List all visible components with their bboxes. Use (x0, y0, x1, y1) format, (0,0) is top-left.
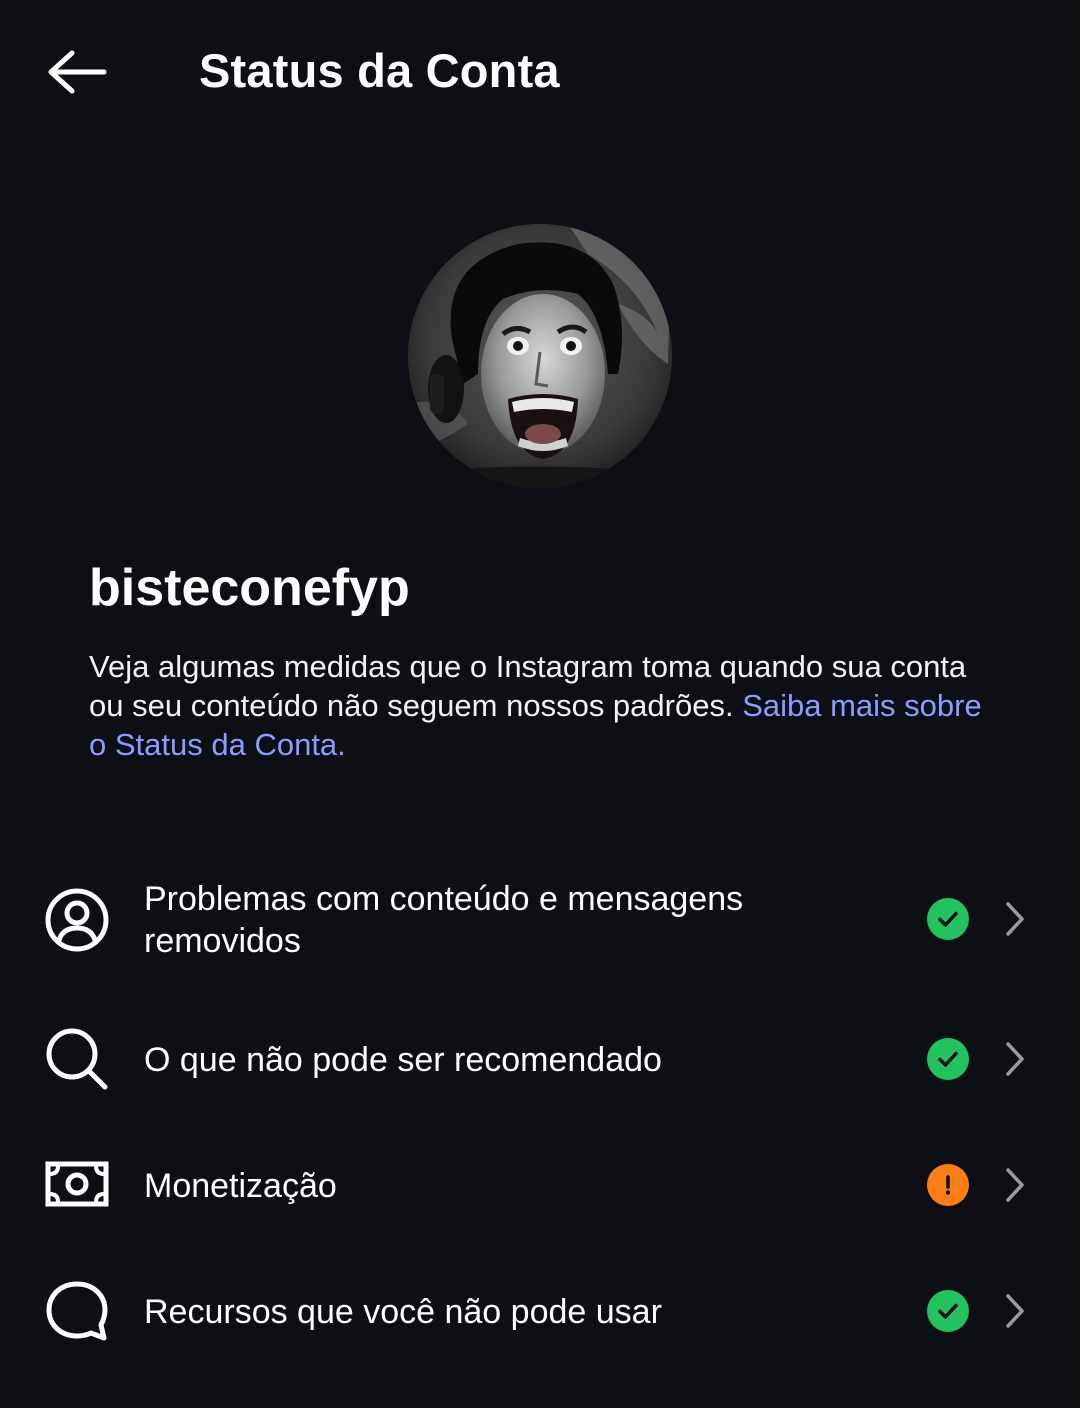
account-status-description: Veja algumas medidas que o Instagram tom… (89, 647, 989, 764)
search-icon (44, 1026, 110, 1092)
check-circle-icon (927, 1290, 969, 1332)
money-icon (44, 1152, 110, 1218)
check-circle-icon (927, 898, 969, 940)
chevron-right-icon (1000, 1290, 1030, 1332)
list-item-label: Problemas com conteúdo e mensagens remov… (144, 880, 744, 960)
back-button[interactable] (40, 42, 112, 102)
list-item-monetization[interactable]: Monetização (0, 1152, 1080, 1218)
chevron-right-icon (1000, 1038, 1030, 1080)
top-bar: Status da Conta (0, 0, 1080, 140)
arrow-left-icon (48, 50, 107, 94)
list-item-not-recommended[interactable]: O que não pode ser recomendado (0, 1026, 1080, 1092)
list-item-features[interactable]: Recursos que você não pode usar (0, 1278, 1080, 1344)
username: bisteconefyp (89, 559, 410, 617)
exclamation-circle-icon (927, 1164, 969, 1206)
list-item-label: Recursos que você não pode usar (144, 1293, 662, 1331)
chevron-right-icon (1000, 898, 1030, 940)
check-circle-icon (927, 1038, 969, 1080)
chat-bubble-icon (44, 1278, 110, 1344)
page-title: Status da Conta (199, 44, 560, 97)
list-item-label: O que não pode ser recomendado (144, 1041, 662, 1079)
user-circle-icon (44, 887, 110, 953)
list-item-removed-content[interactable]: Problemas com conteúdo e mensagens remov… (0, 870, 1080, 970)
list-item-label: Monetização (144, 1167, 337, 1205)
chevron-right-icon (1000, 1164, 1030, 1206)
avatar (408, 224, 672, 488)
